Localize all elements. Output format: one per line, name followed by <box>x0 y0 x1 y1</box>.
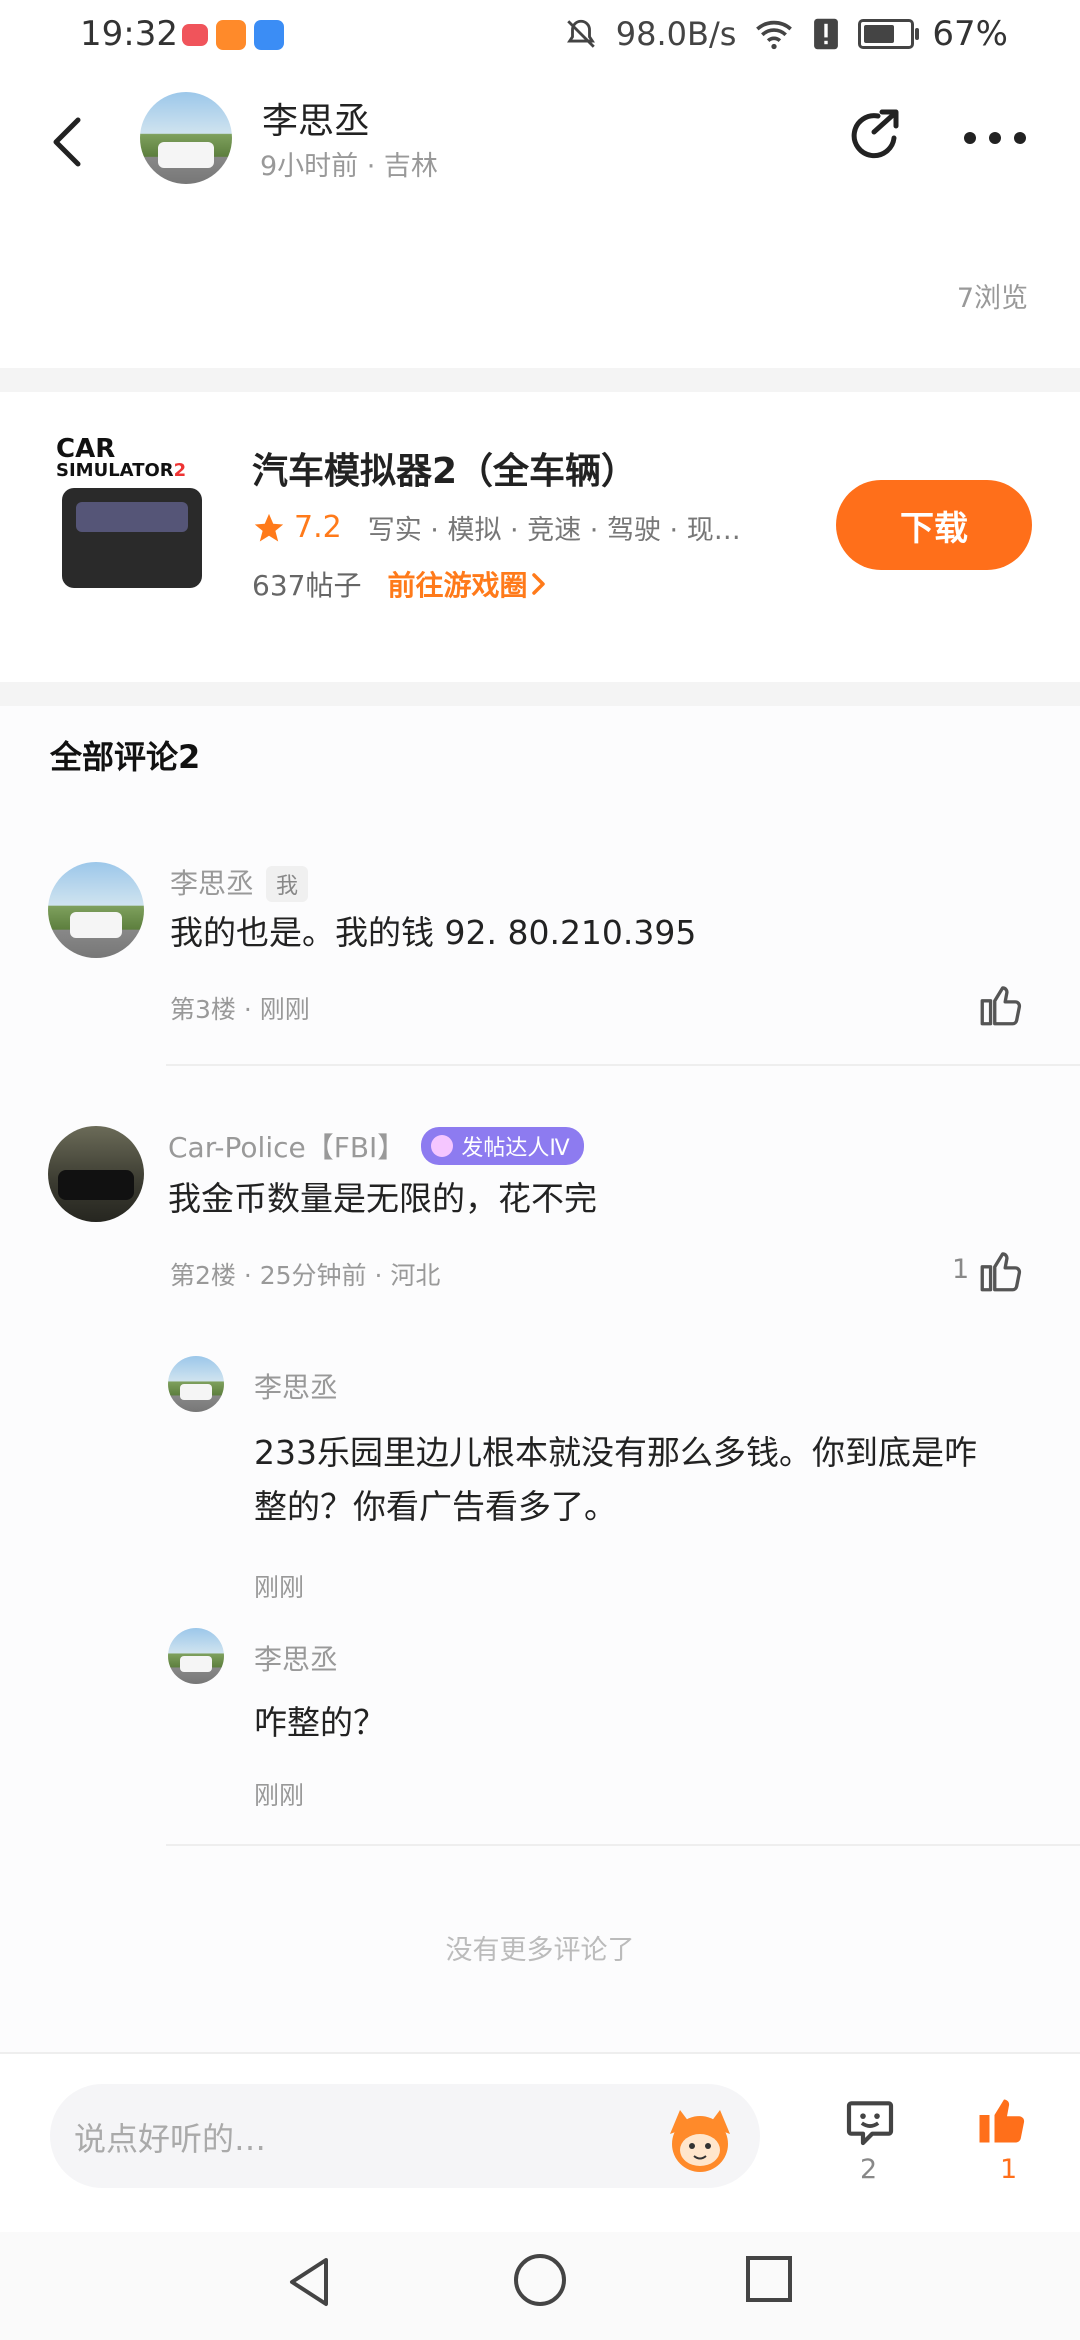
more-options-icon[interactable] <box>962 130 1028 146</box>
game-car-image <box>62 488 202 588</box>
game-title[interactable]: 汽车模拟器2（全车辆） <box>252 442 637 494</box>
like-icon[interactable] <box>976 1246 1026 1296</box>
author-meta: 9小时前 · 吉林 <box>260 151 438 182</box>
reply-text: 233乐园里边儿根本就没有那么多钱。你到底是咋 整的？你看广告看多了。 <box>254 1433 977 1526</box>
view-count: 7浏览 <box>956 283 1028 314</box>
comment-input[interactable]: 说点好听的… <box>50 2084 760 2188</box>
post-detail-page: 19:32 98.0B/s 67% 李思丞 9小时前 · 吉林 7浏览 CAR … <box>0 0 1080 2340</box>
nav-back-icon[interactable] <box>284 2254 334 2310</box>
status-app-icons <box>182 20 284 50</box>
video-app-icon <box>216 20 246 50</box>
comment-count: 2 <box>860 2154 878 2185</box>
game-post-count: 637帖子 <box>252 569 362 602</box>
commenter-avatar[interactable] <box>48 1126 144 1222</box>
section-divider <box>0 682 1080 706</box>
game-logo-line2: SIMULATOR <box>56 460 174 481</box>
status-time: 19:32 <box>80 14 178 54</box>
game-icon[interactable]: CAR SIMULATOR2 <box>52 436 212 606</box>
comment-text: 我的也是。我的钱 92. 80.210.395 <box>170 913 697 952</box>
reply-meta: 刚刚 <box>254 1573 305 1602</box>
star-icon <box>254 513 284 541</box>
cloud-app-icon <box>254 20 284 50</box>
reply-meta: 刚刚 <box>254 1781 305 1810</box>
status-bar: 19:32 98.0B/s 67% <box>0 0 1080 72</box>
nav-recents-icon[interactable] <box>746 2256 792 2302</box>
nav-home-icon[interactable] <box>514 2254 566 2306</box>
like-icon[interactable] <box>976 980 1026 1030</box>
game-tags: 写实 · 模拟 · 竞速 · 驾驶 · 现… <box>367 515 741 546</box>
battery-icon <box>858 19 920 49</box>
network-speed: 98.0B/s <box>615 15 737 53</box>
bottom-action-bar: 说点好听的… 2 1 <box>0 2052 1080 2234</box>
system-navigation-bar <box>0 2232 1080 2340</box>
author-name[interactable]: 李思丞 <box>262 92 370 144</box>
comment-meta: 第2楼 · 25分钟前 · 河北 <box>170 1261 441 1290</box>
game-posts-row: 637帖子 前往游戏圈 <box>252 564 551 604</box>
status-right: 98.0B/s 67% <box>564 14 1008 54</box>
commenter-name[interactable]: Car-Police【FBI】 发帖达人Ⅳ <box>168 1126 584 1166</box>
reply-name[interactable]: 李思丞 <box>254 1638 338 1678</box>
self-tag: 我 <box>266 866 309 902</box>
book-app-icon <box>182 24 208 46</box>
like-count: 1 <box>952 1254 970 1285</box>
comment-icon[interactable] <box>842 2094 898 2150</box>
badge-icon <box>431 1135 454 1157</box>
author-avatar[interactable] <box>140 92 232 184</box>
back-icon[interactable] <box>44 114 94 170</box>
game-logo-num: 2 <box>173 460 187 481</box>
reply-avatar[interactable] <box>168 1628 224 1684</box>
comment-meta: 第3楼 · 刚刚 <box>170 995 310 1024</box>
comment-divider <box>166 1844 1080 1846</box>
comment-divider <box>166 1064 1080 1066</box>
reply-avatar[interactable] <box>168 1356 224 1412</box>
battery-level: 67% <box>932 14 1008 54</box>
chevron-right-icon <box>532 573 546 595</box>
share-icon[interactable] <box>844 102 910 168</box>
game-rating-row: 7.2 写实 · 模拟 · 竞速 · 驾驶 · 现… <box>252 508 741 547</box>
mute-icon <box>566 19 595 48</box>
comments-title: 全部评论2 <box>50 738 201 776</box>
game-logo-text: CAR SIMULATOR2 <box>56 436 187 481</box>
comment-text: 我金币数量是无限的，花不完 <box>168 1179 597 1218</box>
commenter-avatar[interactable] <box>48 862 144 958</box>
poster-level-badge: 发帖达人Ⅳ <box>421 1127 584 1165</box>
alert-icon <box>814 18 839 50</box>
game-circle-link-label: 前往游戏圈 <box>387 569 528 602</box>
like-filled-icon[interactable] <box>972 2090 1032 2150</box>
download-button[interactable]: 下载 <box>836 480 1032 570</box>
post-header: 李思丞 9小时前 · 吉林 <box>0 72 1080 212</box>
game-rating: 7.2 <box>294 510 342 545</box>
no-more-comments: 没有更多评论了 <box>445 1935 635 1966</box>
reply-text: 咋整的？ <box>254 1703 386 1742</box>
reply-name[interactable]: 李思丞 <box>254 1366 338 1406</box>
commenter-name[interactable]: 李思丞我 <box>170 862 309 902</box>
game-card[interactable]: CAR SIMULATOR2 汽车模拟器2（全车辆） 7.2 写实 · 模拟 ·… <box>0 392 1080 682</box>
game-circle-link[interactable]: 前往游戏圈 <box>387 564 551 604</box>
post-like-count: 1 <box>1000 2154 1018 2185</box>
mascot-emoji-icon[interactable] <box>662 2104 738 2176</box>
comments-section: 全部评论2 李思丞我 我的也是。我的钱 92. 80.210.395 第3楼 ·… <box>0 706 1080 2052</box>
wifi-icon <box>756 20 793 50</box>
comment-input-placeholder: 说点好听的… <box>74 2120 267 2158</box>
section-divider <box>0 368 1080 392</box>
